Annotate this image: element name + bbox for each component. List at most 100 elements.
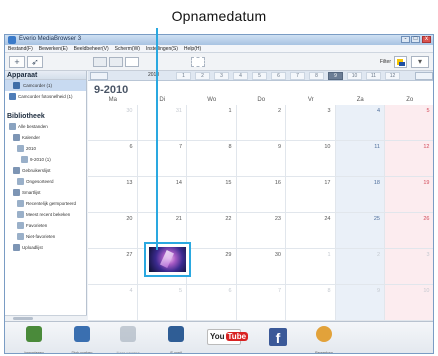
calendar-day-cell[interactable]: 30	[236, 249, 286, 285]
sidebar-item-user-list[interactable]: Gebruikerslijst	[5, 165, 86, 176]
menu-view[interactable]: Beeldbeheer(V)	[74, 45, 109, 52]
sidebar-item-recently-viewed[interactable]: Meest recent bekeken	[5, 209, 86, 220]
close-button[interactable]: x	[422, 36, 431, 43]
calendar-view: 2010 1 2 3 4 5 6 7 8 9 10 11 12 9-2010 10 9 8 7 6 5 4 3 2 1 3…	[88, 71, 433, 321]
maximize-button[interactable]: □	[411, 36, 420, 43]
calendar-day-cell[interactable]: 29	[187, 249, 237, 285]
facebook-button[interactable]: f	[255, 325, 301, 353]
create-disc-button[interactable]: Disk maken	[59, 325, 105, 353]
month-10-button[interactable]: 10	[347, 72, 362, 80]
calendar-day-cell[interactable]: 18	[335, 177, 385, 213]
calendar-day-cell[interactable]: 23	[236, 213, 286, 249]
sidebar-item-upload-list[interactable]: Uploadlijst	[5, 242, 86, 253]
calendar-day-cell[interactable]: 10	[385, 285, 433, 321]
calendar-day-cell[interactable]: 27	[88, 249, 138, 285]
to-device-button[interactable]: Naar camera	[105, 325, 151, 353]
calendar-day-cell[interactable]: 7	[236, 285, 286, 321]
previous-year-button[interactable]	[90, 72, 108, 80]
sidebar-item-unsorted[interactable]: Ongesorteerd	[5, 176, 86, 187]
sidebar-item-non-favorites[interactable]: Niet-favorieten	[5, 231, 86, 242]
calendar-day-cell[interactable]: 10	[286, 141, 336, 177]
month-5-button[interactable]: 5	[252, 72, 267, 80]
calendar-day-cell[interactable]: 7	[137, 141, 187, 177]
calendar-day-cell[interactable]: 17	[286, 177, 336, 213]
menu-edit[interactable]: Bewerken(E)	[39, 45, 68, 52]
email-button[interactable]: E-mail	[153, 325, 199, 353]
calendar-day-cell[interactable]: 4	[335, 105, 385, 141]
calendar-day-cell[interactable]: 3	[385, 249, 433, 285]
calendar-day-cell[interactable]: 12	[385, 141, 433, 177]
camcorder-icon	[120, 326, 136, 342]
calendar-day-cell[interactable]: 14	[137, 177, 187, 213]
calendar-day-cell[interactable]: 25	[335, 213, 385, 249]
calendar-day-cell[interactable]: 24	[286, 213, 336, 249]
sidebar-item-2010[interactable]: 2010	[5, 143, 86, 154]
calendar-day-cell[interactable]: 5	[137, 285, 187, 321]
sidebar-item-favorites[interactable]: Favorieten	[5, 220, 86, 231]
calendar-day-cell[interactable]: 22	[187, 213, 237, 249]
calendar-day-cell[interactable]: 16	[236, 177, 286, 213]
tool-menu-button[interactable]: ➶	[27, 56, 43, 68]
calendar-day-cell[interactable]: 1	[187, 105, 237, 141]
sidebar-item-label: Ongesorteerd	[26, 179, 54, 184]
sidebar-item-9-2010[interactable]: 9-2010 (1)	[5, 154, 86, 165]
sidebar-item-all-files[interactable]: Alle bestanden	[5, 121, 86, 132]
month-3-button[interactable]: 3	[214, 72, 229, 80]
month-4-button[interactable]: 4	[233, 72, 248, 80]
view-list-button[interactable]	[109, 57, 123, 67]
calendar-day-cell[interactable]: 8	[286, 285, 336, 321]
calendar-day-cell[interactable]: 1	[286, 249, 336, 285]
sidebar-item-camcorder-fps[interactable]: Camcorder fotosnelheid (1)	[5, 91, 86, 102]
calendar-day-cell[interactable]: 9	[236, 141, 286, 177]
calendar-day-cell[interactable]: 2	[236, 105, 286, 141]
month-11-button[interactable]: 11	[366, 72, 381, 80]
month-9-button[interactable]: 9	[328, 72, 343, 80]
calendar-day-cell[interactable]: 2	[335, 249, 385, 285]
next-year-button[interactable]	[415, 72, 433, 80]
menu-screen[interactable]: Scherm(W)	[115, 45, 140, 52]
calendar-day-cell[interactable]: 4	[88, 285, 138, 321]
settings-button[interactable]: Bewerken	[301, 325, 347, 353]
month-1-button[interactable]: 1	[176, 72, 191, 80]
menu-file[interactable]: Bestand(F)	[8, 45, 33, 52]
view-calendar-button[interactable]	[125, 57, 139, 67]
sidebar-item-camcorder[interactable]: Camcorder (1)	[5, 80, 86, 91]
menu-help[interactable]: Help(H)	[184, 45, 201, 52]
import-button[interactable]: Importeren	[11, 325, 57, 353]
month-8-button[interactable]: 8	[309, 72, 324, 80]
scrollbar-thumb[interactable]	[13, 317, 33, 320]
calendar-day-cell[interactable]: 26	[385, 213, 433, 249]
view-thumbnail-button[interactable]	[93, 57, 107, 67]
calendar-day-cell[interactable]: 9	[335, 285, 385, 321]
calendar-day-cell[interactable]: 11	[335, 141, 385, 177]
calendar-day-cell[interactable]: 20	[88, 213, 138, 249]
month-2-button[interactable]: 2	[195, 72, 210, 80]
calendar-day-cell[interactable]: 13	[88, 177, 138, 213]
day-number: 1	[327, 252, 331, 258]
filter-dropdown-button[interactable]: ▾	[411, 56, 429, 68]
view-map-button[interactable]	[191, 57, 205, 67]
youtube-button[interactable]: You Tube	[201, 325, 249, 353]
calendar-day-cell[interactable]: 8	[187, 141, 237, 177]
calendar-day-cell[interactable]: 19	[385, 177, 433, 213]
filter-icon[interactable]	[394, 56, 407, 68]
calendar-day-cell[interactable]: 30	[88, 105, 138, 141]
calendar-day-cell[interactable]: 6	[88, 141, 138, 177]
menu-settings[interactable]: Instellingen(S)	[146, 45, 178, 52]
calendar-day-cell[interactable]: 3	[286, 105, 336, 141]
minimize-button[interactable]: -	[401, 36, 410, 43]
day-number: 17	[324, 180, 331, 186]
sidebar-item-calendar[interactable]: Kalender	[5, 132, 86, 143]
video-thumbnail[interactable]	[144, 242, 191, 277]
month-6-button[interactable]: 6	[271, 72, 286, 80]
sidebar-item-label: Camcorder (1)	[23, 83, 53, 88]
calendar-day-cell[interactable]: 5	[385, 105, 433, 141]
calendar-day-cell[interactable]: 6	[187, 285, 237, 321]
sidebar-item-recently-imported[interactable]: Recentelijk geïmporteerd	[5, 198, 86, 209]
calendar-day-cell[interactable]: 15	[187, 177, 237, 213]
calendar-day-cell[interactable]: 31	[137, 105, 187, 141]
add-button[interactable]: +	[9, 56, 25, 68]
month-12-button[interactable]: 12	[385, 72, 400, 80]
month-7-button[interactable]: 7	[290, 72, 305, 80]
sidebar-item-smart-list[interactable]: Smartlijst	[5, 187, 86, 198]
